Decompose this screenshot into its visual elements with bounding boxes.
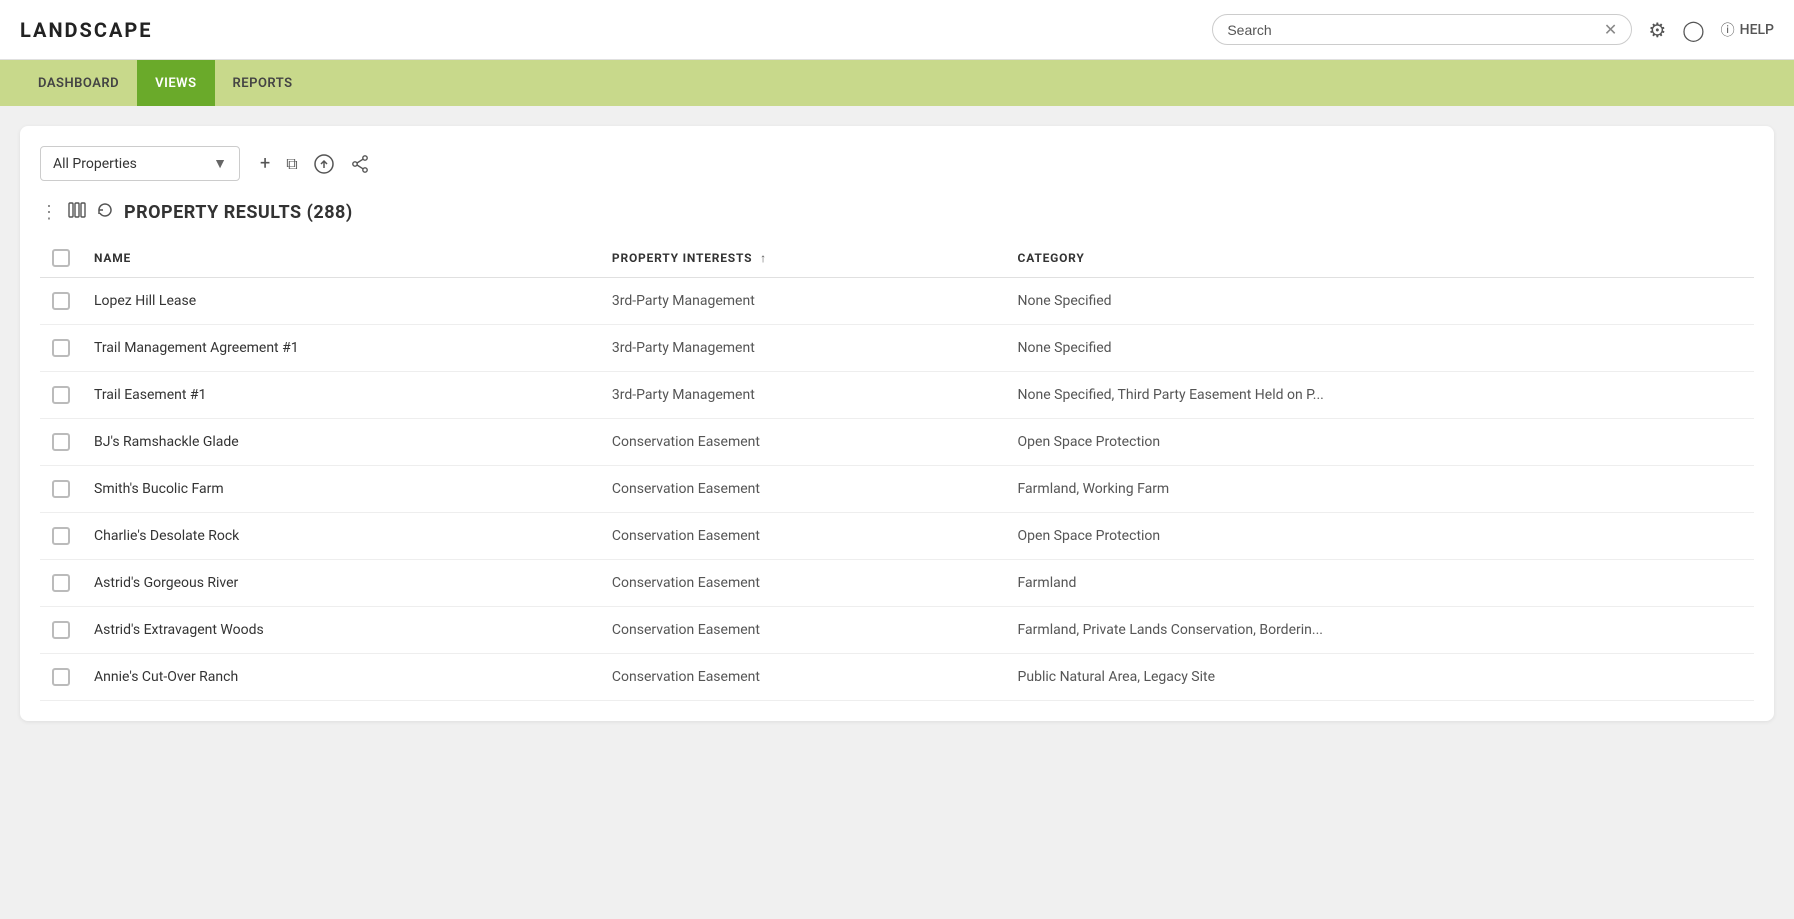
help-button[interactable]: ⓘ HELP [1721,20,1774,40]
row-checkbox-cell [40,372,82,419]
row-checkbox-cell [40,607,82,654]
row-category: Farmland, Private Lands Conservation, Bo… [1006,607,1754,654]
share-button[interactable] [350,154,370,174]
header-icons: ⚙ ◯ ⓘ HELP [1648,18,1774,42]
search-input[interactable] [1227,22,1596,38]
row-name[interactable]: Trail Management Agreement #1 [82,325,600,372]
row-property-interests: 3rd-Party Management [600,372,1006,419]
sort-arrow-icon: ↑ [760,251,767,265]
upload-button[interactable] [314,154,334,174]
row-checkbox[interactable] [52,433,70,451]
row-property-interests: 3rd-Party Management [600,325,1006,372]
row-category: Open Space Protection [1006,419,1754,466]
row-checkbox[interactable] [52,480,70,498]
row-checkbox[interactable] [52,339,70,357]
row-checkbox[interactable] [52,527,70,545]
row-category: Farmland [1006,560,1754,607]
nav-views[interactable]: VIEWS [137,60,214,106]
table-row: BJ's Ramshackle Glade Conservation Easem… [40,419,1754,466]
content-card: All Properties ▼ + ⧉ [20,126,1774,721]
row-checkbox[interactable] [52,668,70,686]
col-property-interests[interactable]: PROPERTY INTERESTS ↑ [600,239,1006,278]
row-property-interests: Conservation Easement [600,513,1006,560]
row-category: Public Natural Area, Legacy Site [1006,654,1754,701]
chevron-down-icon: ▼ [213,155,227,172]
row-category: Farmland, Working Farm [1006,466,1754,513]
results-title: PROPERTY RESULTS (288) [124,202,353,223]
row-name[interactable]: Astrid's Gorgeous River [82,560,600,607]
row-name[interactable]: Astrid's Extravagent Woods [82,607,600,654]
row-property-interests: Conservation Easement [600,419,1006,466]
table-row: Smith's Bucolic Farm Conservation Easeme… [40,466,1754,513]
search-clear-icon[interactable]: ✕ [1604,20,1617,39]
row-name[interactable]: Lopez Hill Lease [82,278,600,325]
nav-bar: DASHBOARD VIEWS REPORTS [0,60,1794,106]
col-category: CATEGORY [1006,239,1754,278]
row-checkbox[interactable] [52,574,70,592]
row-property-interests: Conservation Easement [600,560,1006,607]
help-circle-icon: ⓘ [1721,20,1735,40]
row-checkbox[interactable] [52,621,70,639]
table-row: Trail Easement #1 3rd-Party Management N… [40,372,1754,419]
row-name[interactable]: Annie's Cut-Over Ranch [82,654,600,701]
table-row: Trail Management Agreement #1 3rd-Party … [40,325,1754,372]
row-property-interests: Conservation Easement [600,466,1006,513]
search-container: ✕ [1212,14,1632,45]
row-property-interests: 3rd-Party Management [600,278,1006,325]
settings-icon[interactable]: ⚙ [1648,18,1666,42]
refresh-icon[interactable] [96,201,114,223]
col-name: NAME [82,239,600,278]
main-content: All Properties ▼ + ⧉ [0,106,1794,919]
select-all-header [40,239,82,278]
row-property-interests: Conservation Easement [600,607,1006,654]
row-name[interactable]: Trail Easement #1 [82,372,600,419]
drag-handle-icon[interactable]: ⋮ [40,202,58,223]
nav-dashboard[interactable]: DASHBOARD [20,60,137,106]
row-name[interactable]: Smith's Bucolic Farm [82,466,600,513]
app-logo: LANDSCAPE [20,18,153,42]
row-checkbox[interactable] [52,386,70,404]
row-checkbox-cell [40,560,82,607]
table-row: Charlie's Desolate Rock Conservation Eas… [40,513,1754,560]
copy-button[interactable]: ⧉ [286,154,297,174]
row-property-interests: Conservation Easement [600,654,1006,701]
header: LANDSCAPE ✕ ⚙ ◯ ⓘ HELP [0,0,1794,60]
row-checkbox[interactable] [52,292,70,310]
table-row: Annie's Cut-Over Ranch Conservation Ease… [40,654,1754,701]
results-header: ⋮ PROPERTY RESULTS (288) [40,201,1754,223]
table-row: Astrid's Extravagent Woods Conservation … [40,607,1754,654]
view-selector-label: All Properties [53,156,137,172]
row-category: None Specified, Third Party Easement Hel… [1006,372,1754,419]
properties-table: NAME PROPERTY INTERESTS ↑ CATEGORY [40,239,1754,701]
table-container: NAME PROPERTY INTERESTS ↑ CATEGORY [40,239,1754,701]
select-all-checkbox[interactable] [52,249,70,267]
table-row: Astrid's Gorgeous River Conservation Eas… [40,560,1754,607]
row-checkbox-cell [40,278,82,325]
columns-icon[interactable] [68,201,86,223]
nav-reports[interactable]: REPORTS [215,60,311,106]
row-checkbox-cell [40,325,82,372]
row-checkbox-cell [40,419,82,466]
row-category: None Specified [1006,325,1754,372]
help-label: HELP [1740,22,1774,38]
view-selector[interactable]: All Properties ▼ [40,146,240,181]
toolbar: All Properties ▼ + ⧉ [40,146,1754,181]
toolbar-actions: + ⧉ [260,153,370,174]
user-icon[interactable]: ◯ [1682,18,1704,42]
row-checkbox-cell [40,513,82,560]
row-category: Open Space Protection [1006,513,1754,560]
row-checkbox-cell [40,466,82,513]
row-name[interactable]: Charlie's Desolate Rock [82,513,600,560]
row-checkbox-cell [40,654,82,701]
table-row: Lopez Hill Lease 3rd-Party Management No… [40,278,1754,325]
add-button[interactable]: + [260,153,270,174]
row-category: None Specified [1006,278,1754,325]
row-name[interactable]: BJ's Ramshackle Glade [82,419,600,466]
